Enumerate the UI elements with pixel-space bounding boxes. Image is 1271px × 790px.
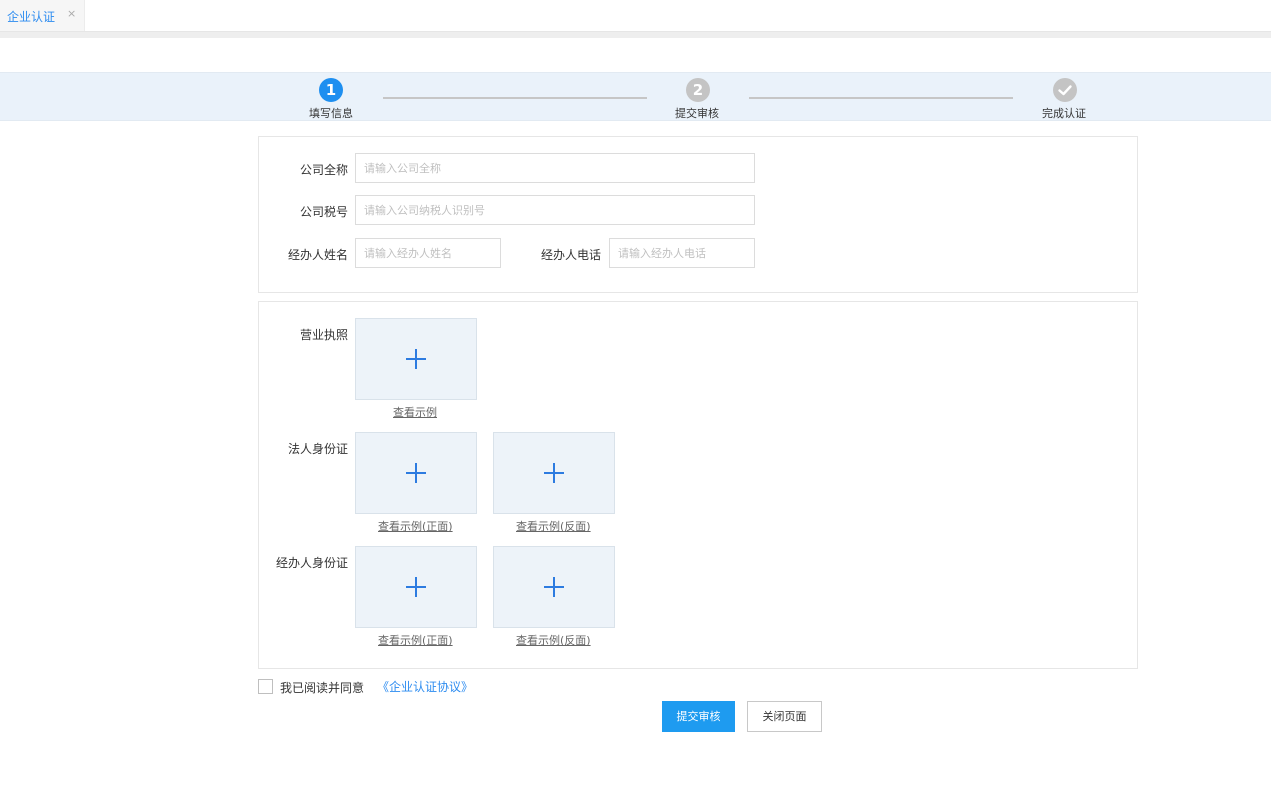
- upload-panel: 营业执照 查看示例 法人身份证 查看示例(正面) 查看示例(反面) 经办人身份证…: [258, 301, 1138, 669]
- step-1-label: 填写信息: [309, 107, 353, 120]
- legal-id-back-sample-link[interactable]: 查看示例(反面): [516, 518, 591, 534]
- license-label: 营业执照: [299, 328, 348, 342]
- step-2-indicator: 2: [686, 78, 710, 102]
- license-sample-link[interactable]: 查看示例: [393, 404, 437, 420]
- close-page-button[interactable]: 关闭页面: [747, 701, 822, 732]
- plus-icon: [544, 577, 564, 597]
- company-name-input[interactable]: [355, 153, 755, 183]
- step-1-indicator: 1: [319, 78, 343, 102]
- tab-label: 企业认证: [7, 10, 56, 24]
- tab-bar: 企业认证 ×: [0, 0, 1271, 32]
- check-icon: [1053, 78, 1077, 102]
- agreement-checkbox[interactable]: [258, 679, 273, 694]
- info-panel: 公司全称 公司税号 经办人姓名 经办人电话: [258, 136, 1138, 293]
- agent-id-back-upload-button[interactable]: [493, 546, 615, 628]
- agent-phone-input[interactable]: [609, 238, 755, 268]
- agent-name-input[interactable]: [355, 238, 501, 268]
- agreement-text: 我已阅读并同意: [280, 681, 365, 695]
- company-name-label: 公司全称: [299, 163, 348, 177]
- agent-id-label: 经办人身份证: [275, 556, 348, 570]
- tab-enterprise-auth[interactable]: 企业认证 ×: [0, 0, 85, 31]
- company-tax-input[interactable]: [355, 195, 755, 225]
- plus-icon: [406, 349, 426, 369]
- agent-id-back-sample-link[interactable]: 查看示例(反面): [516, 632, 591, 648]
- agent-phone-label: 经办人电话: [540, 248, 601, 262]
- agent-id-front-upload-button[interactable]: [355, 546, 477, 628]
- step-2-label: 提交审核: [675, 107, 719, 120]
- plus-icon: [406, 577, 426, 597]
- step-connector: [749, 97, 1013, 99]
- license-upload-button[interactable]: [355, 318, 477, 400]
- agreement-link[interactable]: 《企业认证协议》: [377, 678, 473, 695]
- legal-id-front-upload-button[interactable]: [355, 432, 477, 514]
- company-tax-label: 公司税号: [299, 205, 348, 219]
- step-connector: [383, 97, 647, 99]
- legal-id-back-upload-button[interactable]: [493, 432, 615, 514]
- step-3-label: 完成认证: [1042, 107, 1086, 120]
- plus-icon: [406, 463, 426, 483]
- legal-id-front-sample-link[interactable]: 查看示例(正面): [378, 518, 453, 534]
- agent-id-front-sample-link[interactable]: 查看示例(正面): [378, 632, 453, 648]
- progress-steps: 1 填写信息 2 提交审核 完成认证: [0, 72, 1271, 121]
- submit-review-button[interactable]: 提交审核: [662, 701, 735, 732]
- tab-bar-divider: [0, 32, 1271, 38]
- plus-icon: [544, 463, 564, 483]
- close-icon[interactable]: ×: [67, 7, 76, 20]
- agent-name-label: 经办人姓名: [287, 248, 348, 262]
- legal-id-label: 法人身份证: [287, 442, 348, 456]
